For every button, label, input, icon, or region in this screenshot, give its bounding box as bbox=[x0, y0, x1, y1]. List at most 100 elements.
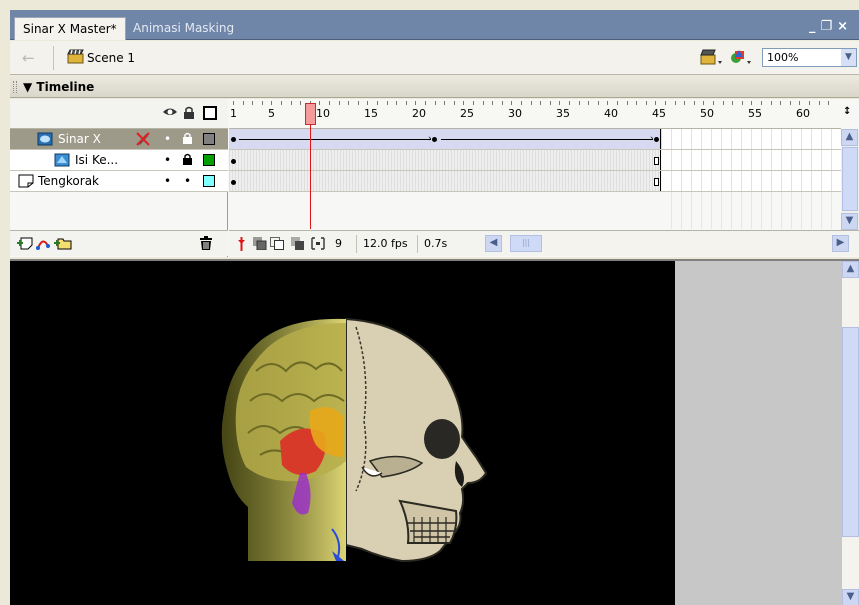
scroll-down-button[interactable]: ▼ bbox=[841, 213, 858, 230]
onion-skin-outlines-icon[interactable] bbox=[270, 237, 284, 250]
onion-skin-icon[interactable] bbox=[253, 237, 267, 251]
ruler-tick bbox=[627, 101, 628, 105]
keyframe-dot[interactable] bbox=[231, 137, 236, 142]
ruler-tick bbox=[367, 101, 368, 105]
keyframe-dot[interactable] bbox=[231, 159, 236, 164]
layer-name[interactable]: Isi Ke... bbox=[75, 153, 118, 167]
ruler-tick bbox=[262, 101, 263, 105]
tab-animasi-masking[interactable]: Animasi Masking bbox=[125, 17, 242, 40]
end-frame-marker[interactable] bbox=[654, 178, 659, 186]
restore-button[interactable]: ❐ bbox=[820, 19, 837, 34]
frame-span[interactable] bbox=[229, 150, 661, 170]
empty-frames[interactable] bbox=[662, 129, 841, 149]
layer-row-sinar-x[interactable]: Sinar X • bbox=[10, 129, 228, 150]
ruler-label: 40 bbox=[604, 107, 618, 120]
layer-row-isi-ke[interactable]: Isi Ke... • bbox=[10, 150, 228, 171]
keyframe-dot[interactable] bbox=[654, 137, 659, 142]
chevron-down-icon[interactable]: ▼ bbox=[841, 49, 856, 66]
end-frame-marker[interactable] bbox=[654, 157, 659, 165]
ruler-tick bbox=[636, 101, 637, 105]
keyframe-dot[interactable] bbox=[231, 180, 236, 185]
tab-sinar-x-master[interactable]: Sinar X Master* bbox=[14, 17, 126, 40]
insert-layer-folder-icon[interactable] bbox=[54, 236, 72, 253]
ruler-tick bbox=[483, 101, 484, 105]
ruler-tick bbox=[454, 101, 455, 105]
insert-layer-icon[interactable] bbox=[17, 236, 33, 253]
lock-all-icon[interactable] bbox=[183, 106, 195, 123]
timeline-options-icon[interactable]: ↕ bbox=[843, 106, 851, 117]
ruler-tick bbox=[339, 101, 340, 105]
modify-onion-markers-icon[interactable] bbox=[311, 237, 325, 250]
visibility-dot[interactable]: • bbox=[164, 153, 171, 167]
ruler-tick bbox=[444, 101, 445, 105]
visibility-dot[interactable]: • bbox=[164, 174, 171, 188]
stage[interactable] bbox=[10, 261, 675, 605]
scroll-thumb[interactable] bbox=[842, 327, 859, 537]
close-button[interactable]: × bbox=[837, 19, 853, 34]
ruler-tick bbox=[348, 101, 349, 105]
frame-ruler[interactable]: 1 5 10 15 20 25 30 35 40 45 50 55 60 bbox=[229, 99, 841, 129]
layer-row-tengkorak[interactable]: Tengkorak • • bbox=[10, 171, 228, 192]
layer-name[interactable]: Sinar X bbox=[58, 132, 101, 146]
workspace-edge bbox=[0, 259, 10, 605]
lock-icon[interactable] bbox=[182, 153, 193, 169]
frame-row-tengkorak[interactable] bbox=[229, 171, 841, 192]
playhead[interactable] bbox=[305, 103, 316, 125]
scroll-thumb[interactable] bbox=[842, 147, 858, 211]
frame-rate[interactable]: 12.0 fps bbox=[356, 235, 414, 253]
outline-all-icon[interactable] bbox=[203, 106, 217, 123]
trash-icon[interactable] bbox=[199, 236, 213, 254]
skull-xray-artwork[interactable] bbox=[10, 261, 675, 605]
frame-row-isi-ke[interactable] bbox=[229, 150, 841, 171]
panel-grip-icon[interactable] bbox=[13, 81, 17, 93]
scroll-up-button[interactable]: ▲ bbox=[842, 261, 859, 278]
layer-outline-color[interactable] bbox=[203, 154, 215, 166]
ruler-label: 25 bbox=[460, 107, 474, 120]
layer-list: Sinar X • Isi Ke... • Tengkorak • • bbox=[10, 99, 228, 257]
stage-workspace[interactable]: ▲ ▼ bbox=[10, 259, 859, 605]
frames-area[interactable]: 1 5 10 15 20 25 30 35 40 45 50 55 60 › › bbox=[229, 99, 841, 229]
collapse-triangle-icon[interactable]: ▼ bbox=[23, 80, 32, 94]
layer-name[interactable]: Tengkorak bbox=[38, 174, 99, 188]
layer-outline-color[interactable] bbox=[203, 133, 215, 145]
stage-vertical-scrollbar[interactable]: ▲ ▼ bbox=[842, 261, 859, 605]
ruler-tick bbox=[569, 101, 570, 105]
edit-symbols-dropdown-icon[interactable] bbox=[729, 48, 753, 69]
add-motion-guide-icon[interactable] bbox=[35, 236, 51, 253]
edit-multiple-frames-icon[interactable] bbox=[291, 237, 304, 250]
ruler-tick bbox=[655, 101, 656, 105]
empty-frames[interactable] bbox=[662, 171, 841, 191]
ruler-tick bbox=[396, 101, 397, 105]
timeline-vertical-scrollbar[interactable]: ▲ ▼ bbox=[841, 129, 859, 230]
empty-frames[interactable] bbox=[662, 150, 841, 170]
frame-toolbar: 9 12.0 fps 0.7s ◀ ||| ▶ bbox=[229, 230, 859, 256]
ruler-tick bbox=[550, 101, 551, 105]
lock-dot[interactable]: • bbox=[184, 174, 191, 188]
empty-frames[interactable] bbox=[662, 192, 841, 229]
scroll-left-button[interactable]: ◀ bbox=[485, 235, 502, 252]
edit-scene-dropdown-icon[interactable] bbox=[700, 48, 724, 69]
timeline-panel-header[interactable]: ▼ Timeline bbox=[10, 76, 859, 98]
frame-span[interactable] bbox=[229, 171, 661, 191]
ruler-tick bbox=[723, 101, 724, 105]
ruler-label: 50 bbox=[700, 107, 714, 120]
show-hide-eye-icon[interactable] bbox=[162, 106, 178, 121]
visibility-dot[interactable]: • bbox=[164, 132, 171, 146]
scroll-right-button[interactable]: ▶ bbox=[832, 235, 849, 252]
scroll-down-button[interactable]: ▼ bbox=[842, 589, 859, 605]
motion-tween-line bbox=[441, 139, 653, 140]
back-arrow-icon[interactable]: ← bbox=[22, 49, 35, 67]
lock-icon[interactable] bbox=[182, 132, 193, 148]
ruler-tick bbox=[300, 101, 301, 105]
ruler-tick bbox=[713, 101, 714, 105]
keyframe-dot[interactable] bbox=[432, 137, 437, 142]
frame-row-sinar-x[interactable]: › › bbox=[229, 129, 841, 150]
minimize-button[interactable]: _ bbox=[809, 19, 821, 34]
pencil-disabled-icon bbox=[135, 131, 151, 150]
zoom-select[interactable]: 100% ▼ bbox=[762, 48, 857, 67]
scroll-up-button[interactable]: ▲ bbox=[841, 129, 858, 146]
ruler-label: 45 bbox=[652, 107, 666, 120]
center-frame-icon[interactable] bbox=[235, 237, 248, 251]
layer-outline-color[interactable] bbox=[203, 175, 215, 187]
scroll-thumb[interactable]: ||| bbox=[510, 235, 542, 252]
